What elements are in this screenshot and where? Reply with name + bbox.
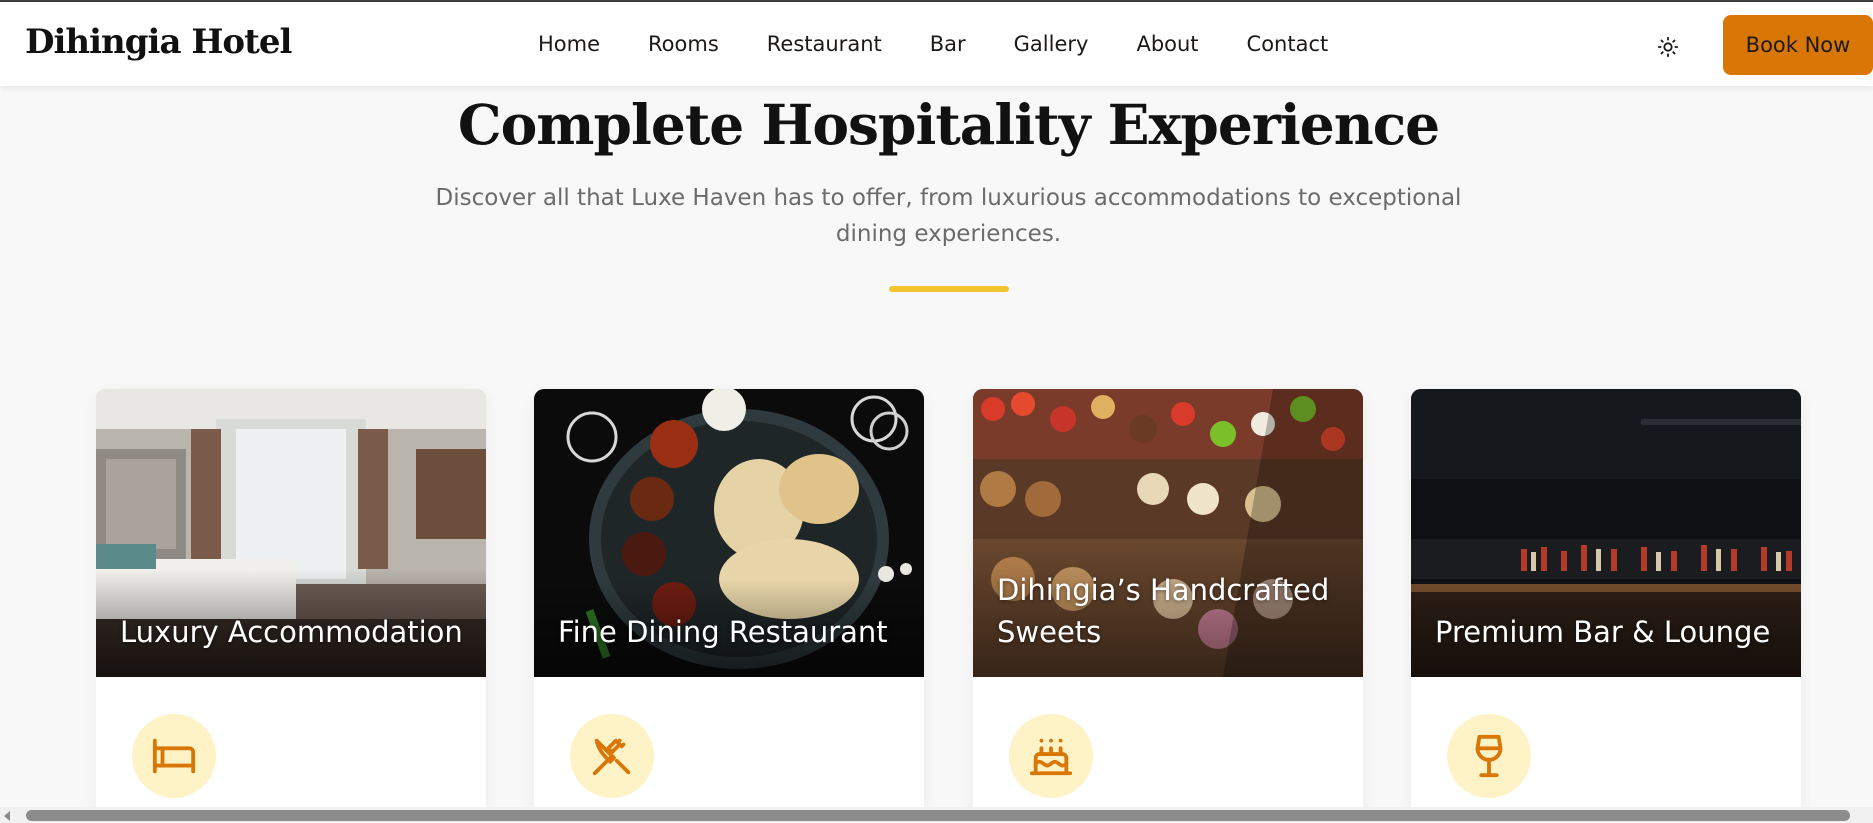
- wine-glass-icon: [1475, 734, 1503, 778]
- card-icon-badge: [132, 714, 216, 798]
- card-sweets[interactable]: Dihingia’s Handcrafted Sweets: [973, 389, 1363, 819]
- theme-toggle-button[interactable]: [1653, 32, 1683, 62]
- card-icon-badge: [570, 714, 654, 798]
- card-icon-badge: [1009, 714, 1093, 798]
- nav-link-contact[interactable]: Contact: [1247, 32, 1329, 56]
- nav-link-rooms[interactable]: Rooms: [648, 32, 719, 56]
- nav-link-home[interactable]: Home: [538, 32, 600, 56]
- nav-link-bar[interactable]: Bar: [930, 32, 966, 56]
- cake-icon: [1029, 738, 1073, 776]
- card-image-sweets: Dihingia’s Handcrafted Sweets: [973, 389, 1363, 677]
- nav-link-restaurant[interactable]: Restaurant: [767, 32, 882, 56]
- card-title: Fine Dining Restaurant: [558, 615, 888, 649]
- card-accommodation[interactable]: Luxury Accommodation: [96, 389, 486, 819]
- card-icon-badge: [1447, 714, 1531, 798]
- card-dining[interactable]: Fine Dining Restaurant: [534, 389, 924, 819]
- horizontal-scrollbar[interactable]: [0, 807, 1873, 823]
- card-image-bar: Premium Bar & Lounge: [1411, 389, 1801, 677]
- scrollbar-thumb[interactable]: [26, 810, 1850, 821]
- section-title: Complete Hospitality Experience: [457, 92, 1440, 157]
- card-title: Luxury Accommodation: [120, 615, 463, 649]
- brand-logo[interactable]: Dihingia Hotel: [25, 22, 292, 62]
- section-subtitle: Discover all that Luxe Haven has to offe…: [435, 185, 1462, 247]
- card-title: Dihingia’s Handcrafted Sweets: [997, 573, 1330, 649]
- nav-link-gallery[interactable]: Gallery: [1014, 32, 1089, 56]
- card-image-dining: Fine Dining Restaurant: [534, 389, 924, 677]
- scroll-left-arrow-icon[interactable]: [4, 811, 10, 821]
- card-bar[interactable]: Premium Bar & Lounge: [1411, 389, 1801, 819]
- nav-link-about[interactable]: About: [1136, 32, 1198, 56]
- nav-links: Home Rooms Restaurant Bar Gallery About …: [538, 32, 1376, 56]
- title-accent-bar: [889, 286, 1009, 292]
- card-image-room: Luxury Accommodation: [96, 389, 486, 677]
- bed-icon: [152, 738, 196, 774]
- card-title: Premium Bar & Lounge: [1435, 615, 1771, 649]
- utensils-icon: [592, 738, 631, 776]
- book-now-button[interactable]: Book Now: [1723, 15, 1873, 75]
- navbar: Dihingia Hotel Home Rooms Restaurant Bar…: [0, 2, 1873, 86]
- sun-icon: [1657, 36, 1679, 58]
